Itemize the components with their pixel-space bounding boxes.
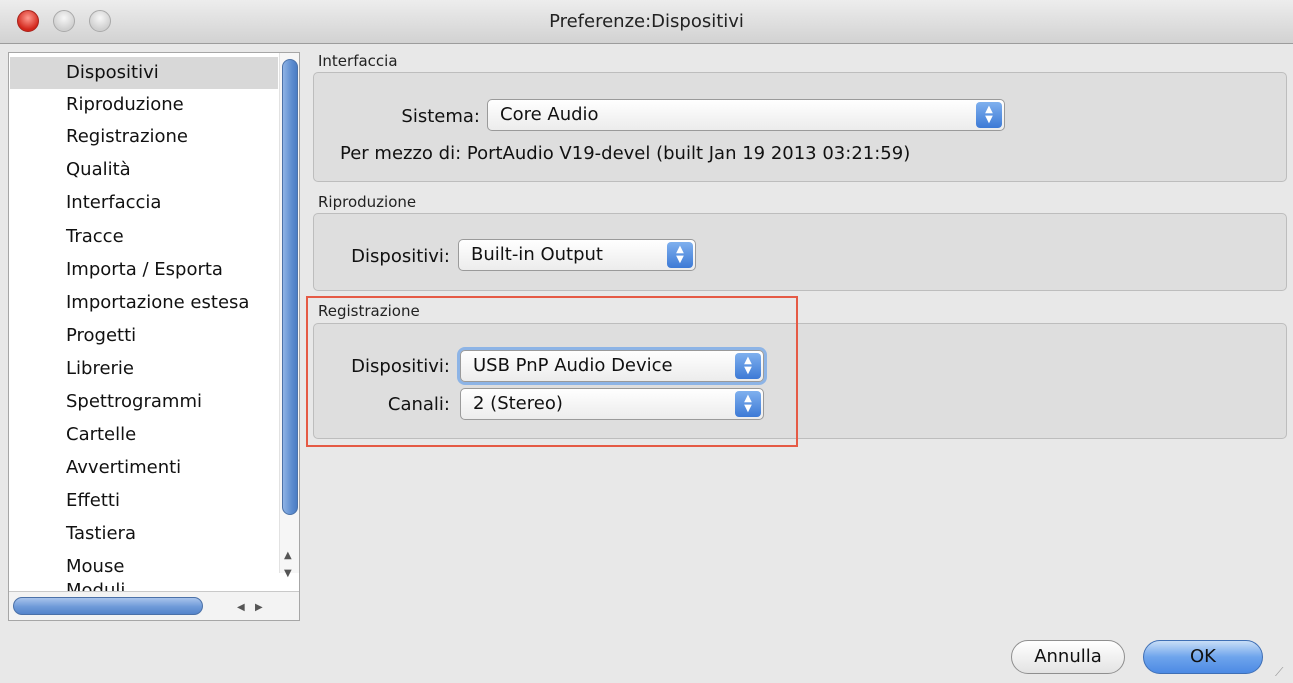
scroll-left-arrow-icon[interactable]: ◀ (237, 601, 245, 615)
sidebar-item-qualita[interactable]: Qualità (10, 154, 278, 186)
sidebar-item-moduli[interactable]: Moduli (10, 575, 278, 591)
sidebar-item-tracce[interactable]: Tracce (10, 221, 278, 253)
sidebar-item-effetti[interactable]: Effetti (10, 485, 278, 517)
sidebar-item-registrazione[interactable]: Registrazione (10, 121, 278, 153)
sidebar-item-cartelle[interactable]: Cartelle (10, 419, 278, 451)
scroll-right-arrow-icon[interactable]: ▶ (255, 601, 263, 615)
system-select[interactable]: Core Audio ▲ ▼ (487, 99, 1005, 131)
playback-group-title: Riproduzione (318, 193, 417, 211)
sidebar-item-spettrogrammi[interactable]: Spettrogrammi (10, 386, 278, 418)
scroll-down-arrow-icon[interactable]: ▼ (284, 567, 292, 581)
sidebar-item-tastiera[interactable]: Tastiera (10, 518, 278, 550)
window-title: Preferenze:Dispositivi (549, 11, 744, 32)
cancel-button[interactable]: Annulla (1011, 640, 1125, 674)
scroll-up-arrow-icon[interactable]: ▲ (284, 549, 292, 563)
sidebar-item-dispositivi[interactable]: Dispositivi (10, 57, 278, 89)
resize-grip-icon[interactable]: ⟋ (1275, 665, 1289, 679)
playback-device-select[interactable]: Built-in Output ▲ ▼ (458, 239, 696, 271)
sidebar-item-importa-esporta[interactable]: Importa / Esporta (10, 254, 278, 286)
interface-group-title: Interfaccia (318, 52, 398, 70)
portaudio-info: Per mezzo di: PortAudio V19-devel (built… (340, 143, 911, 164)
playback-device-label: Dispositivi: (351, 246, 450, 267)
sidebar-item-importazione-estesa[interactable]: Importazione estesa (10, 287, 278, 319)
vertical-scroll-thumb[interactable] (282, 59, 298, 515)
updown-arrows-icon: ▲ ▼ (976, 102, 1002, 128)
horizontal-scroll-thumb[interactable] (13, 597, 203, 615)
sidebar-item-progetti[interactable]: Progetti (10, 320, 278, 352)
system-select-value: Core Audio (500, 104, 599, 125)
sidebar-item-riproduzione[interactable]: Riproduzione (10, 89, 278, 121)
title-bar[interactable]: Preferenze:Dispositivi (0, 0, 1293, 44)
preferences-window: Preferenze:Dispositivi Dispositivi Ripro… (0, 0, 1293, 683)
preferences-category-list[interactable]: Dispositivi Riproduzione Registrazione Q… (8, 52, 300, 621)
annotation-highlight-box (306, 296, 798, 447)
sidebar-item-interfaccia[interactable]: Interfaccia (10, 187, 278, 219)
ok-button[interactable]: OK (1143, 640, 1263, 674)
updown-arrows-icon: ▲ ▼ (667, 242, 693, 268)
sidebar-item-librerie[interactable]: Librerie (10, 353, 278, 385)
system-label: Sistema: (401, 106, 480, 127)
playback-device-value: Built-in Output (471, 244, 603, 265)
sidebar-item-avvertimenti[interactable]: Avvertimenti (10, 452, 278, 484)
